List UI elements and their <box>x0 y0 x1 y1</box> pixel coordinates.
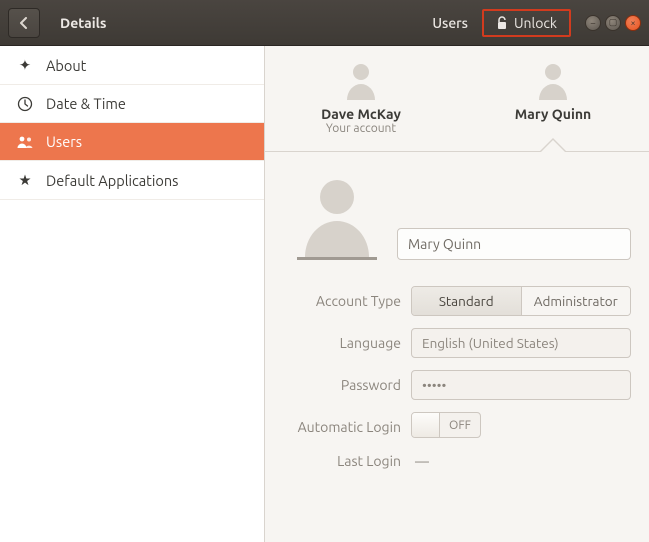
plus-icon: ✦ <box>16 56 34 74</box>
account-type-admin[interactable]: Administrator <box>521 287 631 315</box>
user-tile[interactable]: Mary Quinn <box>457 46 649 151</box>
sidebar-item-label: About <box>46 57 86 74</box>
password-label: Password <box>283 377 411 393</box>
user-name: Dave McKay <box>321 106 401 122</box>
users-header-button[interactable]: Users <box>418 9 482 37</box>
user-selector: Dave McKay Your account Mary Quinn <box>265 46 649 152</box>
sidebar: ✦ About Date & Time Users ★ Default Appl… <box>0 46 265 542</box>
titlebar: Details Users Unlock – ▢ × <box>0 0 649 46</box>
sidebar-item-label: Default Applications <box>46 172 178 189</box>
avatar[interactable] <box>297 176 377 260</box>
full-name-input[interactable] <box>397 228 631 260</box>
unlock-label: Unlock <box>514 15 557 31</box>
person-icon <box>344 60 378 100</box>
user-subtitle: Your account <box>326 122 396 135</box>
language-field[interactable]: English (United States) <box>411 328 631 358</box>
sidebar-item-about[interactable]: ✦ About <box>0 46 264 85</box>
sidebar-item-users[interactable]: Users <box>0 123 264 161</box>
sidebar-item-datetime[interactable]: Date & Time <box>0 85 264 123</box>
person-icon <box>299 173 375 257</box>
switch-knob <box>412 413 440 437</box>
language-value: English (United States) <box>422 335 559 351</box>
page-title: Details <box>60 15 106 31</box>
account-type-label: Account Type <box>283 293 411 309</box>
clock-icon <box>16 96 34 112</box>
password-field[interactable]: ••••• <box>411 370 631 400</box>
lastlogin-value: — <box>411 453 631 469</box>
back-button[interactable] <box>8 8 40 38</box>
person-icon <box>536 60 570 100</box>
switch-label: OFF <box>440 419 480 432</box>
account-type-standard[interactable]: Standard <box>412 287 521 315</box>
autologin-switch[interactable]: OFF <box>411 412 481 438</box>
close-button[interactable]: × <box>625 15 641 31</box>
language-label: Language <box>283 335 411 351</box>
sidebar-item-default-apps[interactable]: ★ Default Applications <box>0 161 264 200</box>
users-icon <box>16 135 34 149</box>
autologin-label: Automatic Login <box>283 419 411 435</box>
star-icon: ★ <box>16 171 34 189</box>
user-details: Account Type Standard Administrator Lang… <box>265 152 649 481</box>
window-controls: – ▢ × <box>577 15 649 31</box>
chevron-left-icon <box>19 17 29 29</box>
lastlogin-label: Last Login <box>283 453 411 469</box>
minimize-button[interactable]: – <box>585 15 601 31</box>
sidebar-item-label: Date & Time <box>46 95 126 112</box>
unlock-button[interactable]: Unlock <box>482 9 571 37</box>
sidebar-item-label: Users <box>46 133 82 150</box>
maximize-button[interactable]: ▢ <box>605 15 621 31</box>
user-tile[interactable]: Dave McKay Your account <box>265 46 457 151</box>
password-value: ••••• <box>422 377 446 393</box>
user-name: Mary Quinn <box>515 106 591 122</box>
account-type-toggle[interactable]: Standard Administrator <box>411 286 631 316</box>
main-pane: Dave McKay Your account Mary Quinn Accou… <box>265 46 649 542</box>
lock-icon <box>496 16 508 30</box>
